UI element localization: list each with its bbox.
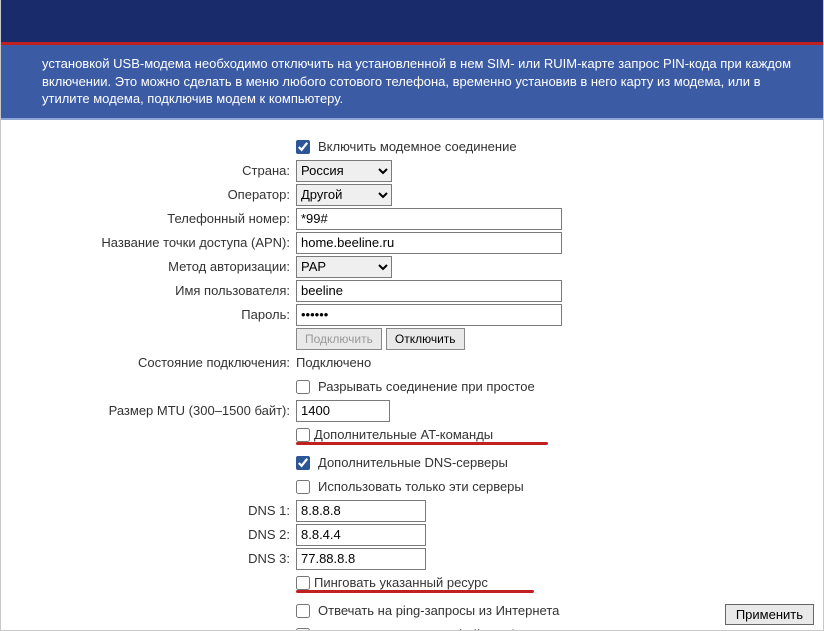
phone-label: Телефонный номер: <box>10 211 296 226</box>
phone-input[interactable] <box>296 208 562 230</box>
username-label: Имя пользователя: <box>10 283 296 298</box>
ping-resource-checkbox[interactable] <box>296 576 310 590</box>
extra-dns-checkbox[interactable] <box>296 456 310 470</box>
ping-resource-label: Пинговать указанный ресурс <box>314 575 488 590</box>
country-select[interactable]: Россия <box>296 160 392 182</box>
extra-dns-label: Дополнительные DNS-серверы <box>318 455 508 470</box>
operator-select[interactable]: Другой <box>296 184 392 206</box>
dns3-input[interactable] <box>296 548 426 570</box>
dns2-input[interactable] <box>296 524 426 546</box>
auth-label: Метод авторизации: <box>10 259 296 274</box>
conn-state-label: Состояние подключения: <box>10 355 296 370</box>
enable-modem-label: Включить модемное соединение <box>318 139 517 154</box>
idle-disconnect-label: Разрывать соединение при простое <box>318 379 535 394</box>
apn-input[interactable] <box>296 232 562 254</box>
extra-at-checkbox[interactable] <box>296 428 310 442</box>
info-box: установкой USB-модема необходимо отключи… <box>0 45 824 120</box>
enable-modem-checkbox[interactable] <box>296 140 310 154</box>
dns1-label: DNS 1: <box>10 503 296 518</box>
apn-label: Название точки доступа (APN): <box>10 235 296 250</box>
answer-ping-checkbox[interactable] <box>296 604 310 618</box>
dns1-input[interactable] <box>296 500 426 522</box>
conn-state-value: Подключено <box>296 355 371 370</box>
dns3-label: DNS 3: <box>10 551 296 566</box>
username-input[interactable] <box>296 280 562 302</box>
dns2-label: DNS 2: <box>10 527 296 542</box>
answer-ping-label: Отвечать на ping-запросы из Интернета <box>318 603 559 618</box>
only-these-dns-checkbox[interactable] <box>296 480 310 494</box>
set-usb-port-label: Установить порт интерфейса usb-модема <box>318 627 570 631</box>
idle-disconnect-checkbox[interactable] <box>296 380 310 394</box>
connect-button[interactable]: Подключить <box>296 328 382 350</box>
disconnect-button[interactable]: Отключить <box>386 328 465 350</box>
extra-at-label: Дополнительные AT-команды <box>314 427 493 442</box>
password-label: Пароль: <box>10 307 296 322</box>
auth-select[interactable]: PAP <box>296 256 392 278</box>
operator-label: Оператор: <box>10 187 296 202</box>
mtu-label: Размер MTU (300–1500 байт): <box>10 403 296 418</box>
set-usb-port-checkbox[interactable] <box>296 628 310 631</box>
top-bar <box>0 0 824 45</box>
mtu-input[interactable] <box>296 400 390 422</box>
password-input[interactable] <box>296 304 562 326</box>
info-text: установкой USB-модема необходимо отключи… <box>42 56 791 106</box>
only-these-dns-label: Использовать только эти серверы <box>318 479 524 494</box>
form-area: Включить модемное соединение Страна: Рос… <box>0 120 824 631</box>
country-label: Страна: <box>10 163 296 178</box>
apply-button[interactable]: Применить <box>725 604 814 625</box>
